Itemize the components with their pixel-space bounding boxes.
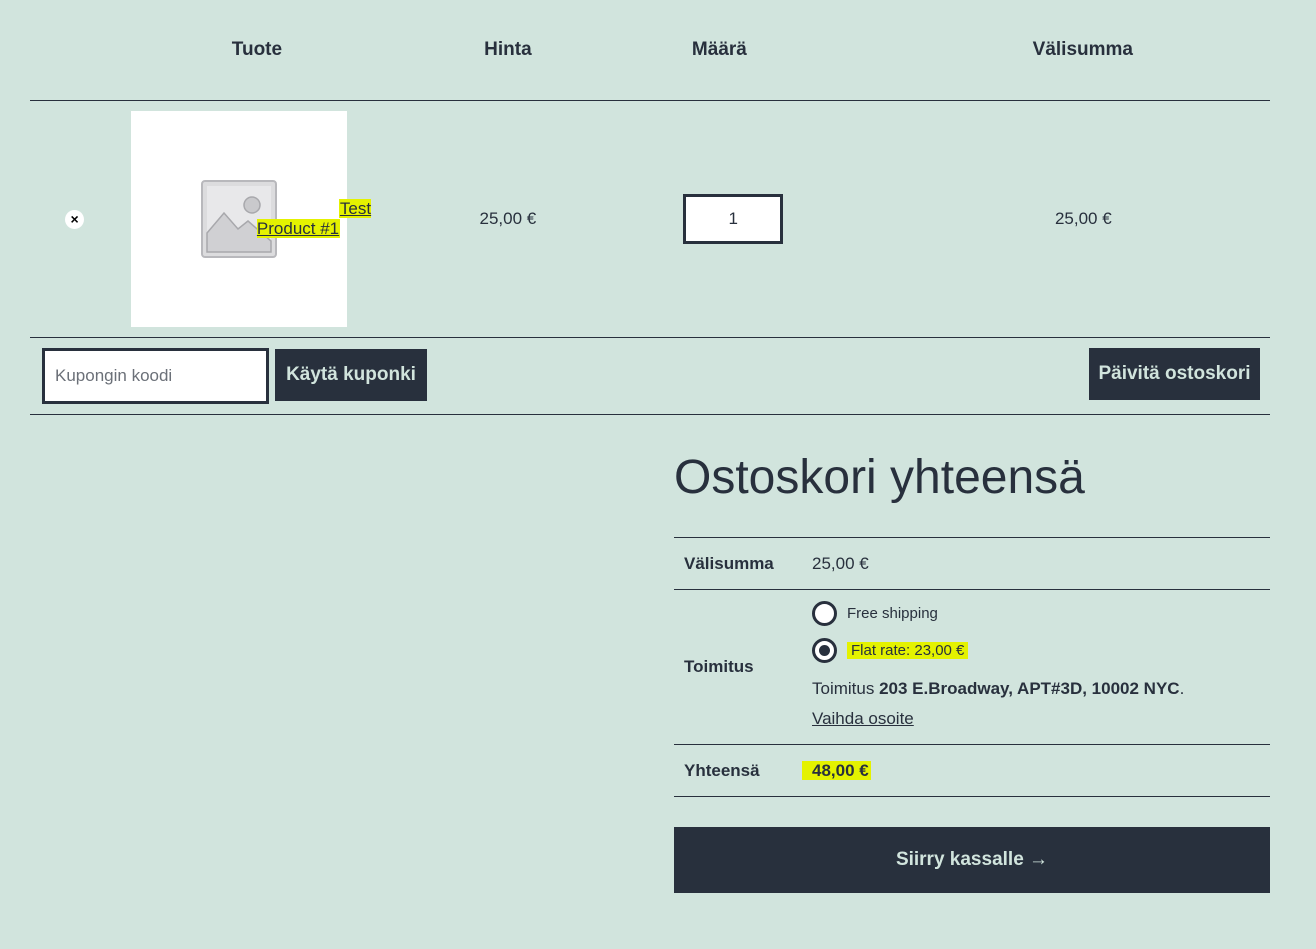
totals-total-value: 48,00 € [802, 761, 871, 780]
header-quantity: Määrä [603, 0, 895, 101]
product-name-cell: Test Product #1 [257, 101, 393, 338]
quantity-cell [603, 101, 895, 338]
totals-total-label: Yhteensä [674, 745, 812, 797]
radio-flat-rate[interactable] [812, 638, 837, 663]
destination-address: 203 E.Broadway, APT#3D, 10002 NYC [879, 679, 1179, 698]
totals-subtotal-label: Välisumma [674, 538, 812, 590]
coupon-code-input[interactable] [42, 348, 269, 404]
radio-free-shipping[interactable] [812, 601, 837, 626]
checkout-button[interactable]: Siirry kassalle → [674, 827, 1270, 893]
totals-total-cell: 48,00 € [812, 745, 1270, 797]
shipping-option-label[interactable]: Flat rate: 23,00 € [847, 642, 968, 659]
totals-shipping-label: Toimitus [674, 590, 812, 745]
quantity-input[interactable] [683, 194, 783, 244]
shipping-option-flat-rate[interactable]: Flat rate: 23,00 € [812, 637, 1270, 663]
destination-prefix: Toimitus [812, 679, 874, 698]
totals-table: Välisumma 25,00 € Toimitus Free shipping… [674, 537, 1270, 797]
remove-item-button[interactable]: × [65, 210, 84, 229]
product-name-link[interactable]: Test Product #1 [257, 199, 371, 238]
cart-actions-row: Käytä kuponki Päivitä ostoskori [30, 338, 1270, 415]
shipping-option-label[interactable]: Free shipping [847, 605, 938, 622]
header-subtotal: Välisumma [896, 0, 1270, 101]
cart-table: Tuote Hinta Määrä Välisumma × [30, 0, 1270, 415]
destination-suffix: . [1180, 679, 1185, 698]
header-product: Tuote [121, 0, 392, 101]
remove-cell: × [30, 101, 121, 338]
header-remove [30, 0, 121, 101]
totals-shipping-row: Toimitus Free shipping Flat rate: 23,00 … [674, 590, 1270, 745]
product-subtotal: 25,00 € [896, 101, 1270, 338]
cart-page: Tuote Hinta Määrä Välisumma × [30, 0, 1270, 415]
header-price: Hinta [393, 0, 604, 101]
update-cart-button[interactable]: Päivitä ostoskori [1089, 348, 1260, 400]
apply-coupon-button[interactable]: Käytä kuponki [275, 349, 427, 401]
cart-item-row: × Test Product #1 25,00 € [30, 101, 1270, 338]
shipping-destination: Toimitus 203 E.Broadway, APT#3D, 10002 N… [812, 674, 1270, 734]
totals-subtotal-value: 25,00 € [812, 538, 1270, 590]
shipping-option-free[interactable]: Free shipping [812, 600, 1270, 626]
cart-totals-title: Ostoskori yhteensä [674, 448, 1270, 537]
shipping-options: Free shipping Flat rate: 23,00 € Toimitu… [812, 590, 1270, 745]
change-address-link[interactable]: Vaihda osoite [812, 709, 914, 728]
totals-subtotal-row: Välisumma 25,00 € [674, 538, 1270, 590]
thumbnail-cell [121, 101, 257, 338]
cart-totals: Ostoskori yhteensä Välisumma 25,00 € Toi… [674, 448, 1270, 893]
product-price: 25,00 € [393, 101, 604, 338]
cart-actions: Käytä kuponki Päivitä ostoskori [30, 338, 1270, 415]
cart-table-header: Tuote Hinta Määrä Välisumma [30, 0, 1270, 101]
totals-total-row: Yhteensä 48,00 € [674, 745, 1270, 797]
